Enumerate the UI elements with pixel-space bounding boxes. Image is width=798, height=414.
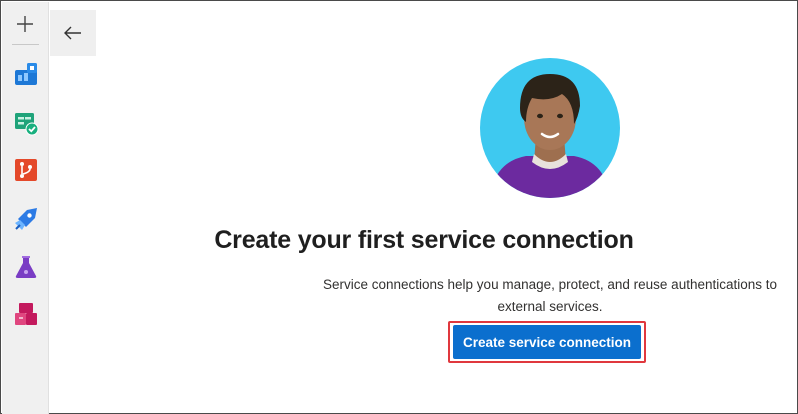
- test-plans-check-icon: [15, 113, 39, 136]
- sidebar-item-pipelines[interactable]: [10, 203, 42, 235]
- sidebar-item-test[interactable]: [10, 251, 42, 283]
- sidebar-divider: [12, 44, 39, 45]
- person-illustration: [480, 58, 620, 198]
- create-service-connection-button[interactable]: Create service connection: [453, 325, 641, 359]
- page-description: Service connections help you manage, pro…: [312, 274, 788, 318]
- sidebar-item-boards[interactable]: [10, 58, 42, 90]
- plus-icon: [17, 16, 33, 32]
- sidebar-item-repos[interactable]: [10, 154, 42, 186]
- artifacts-icon: [15, 303, 37, 325]
- page-title: Create your first service connection: [214, 226, 634, 254]
- test-flask-icon: [15, 256, 37, 278]
- description-line-1: Service connections help you manage, pro…: [322, 277, 778, 292]
- sidebar: [2, 2, 49, 414]
- description-line-2: external services.: [497, 299, 603, 314]
- sidebar-item-artifacts[interactable]: [10, 298, 42, 330]
- main-content: Create your first service connection Ser…: [50, 2, 798, 414]
- boards-icon: [15, 63, 37, 85]
- add-button[interactable]: [9, 10, 41, 38]
- pipelines-icon: [15, 208, 37, 230]
- window-frame: Create your first service connection Ser…: [0, 0, 798, 414]
- repos-icon: [15, 159, 37, 181]
- sidebar-item-test-plans[interactable]: [10, 107, 42, 139]
